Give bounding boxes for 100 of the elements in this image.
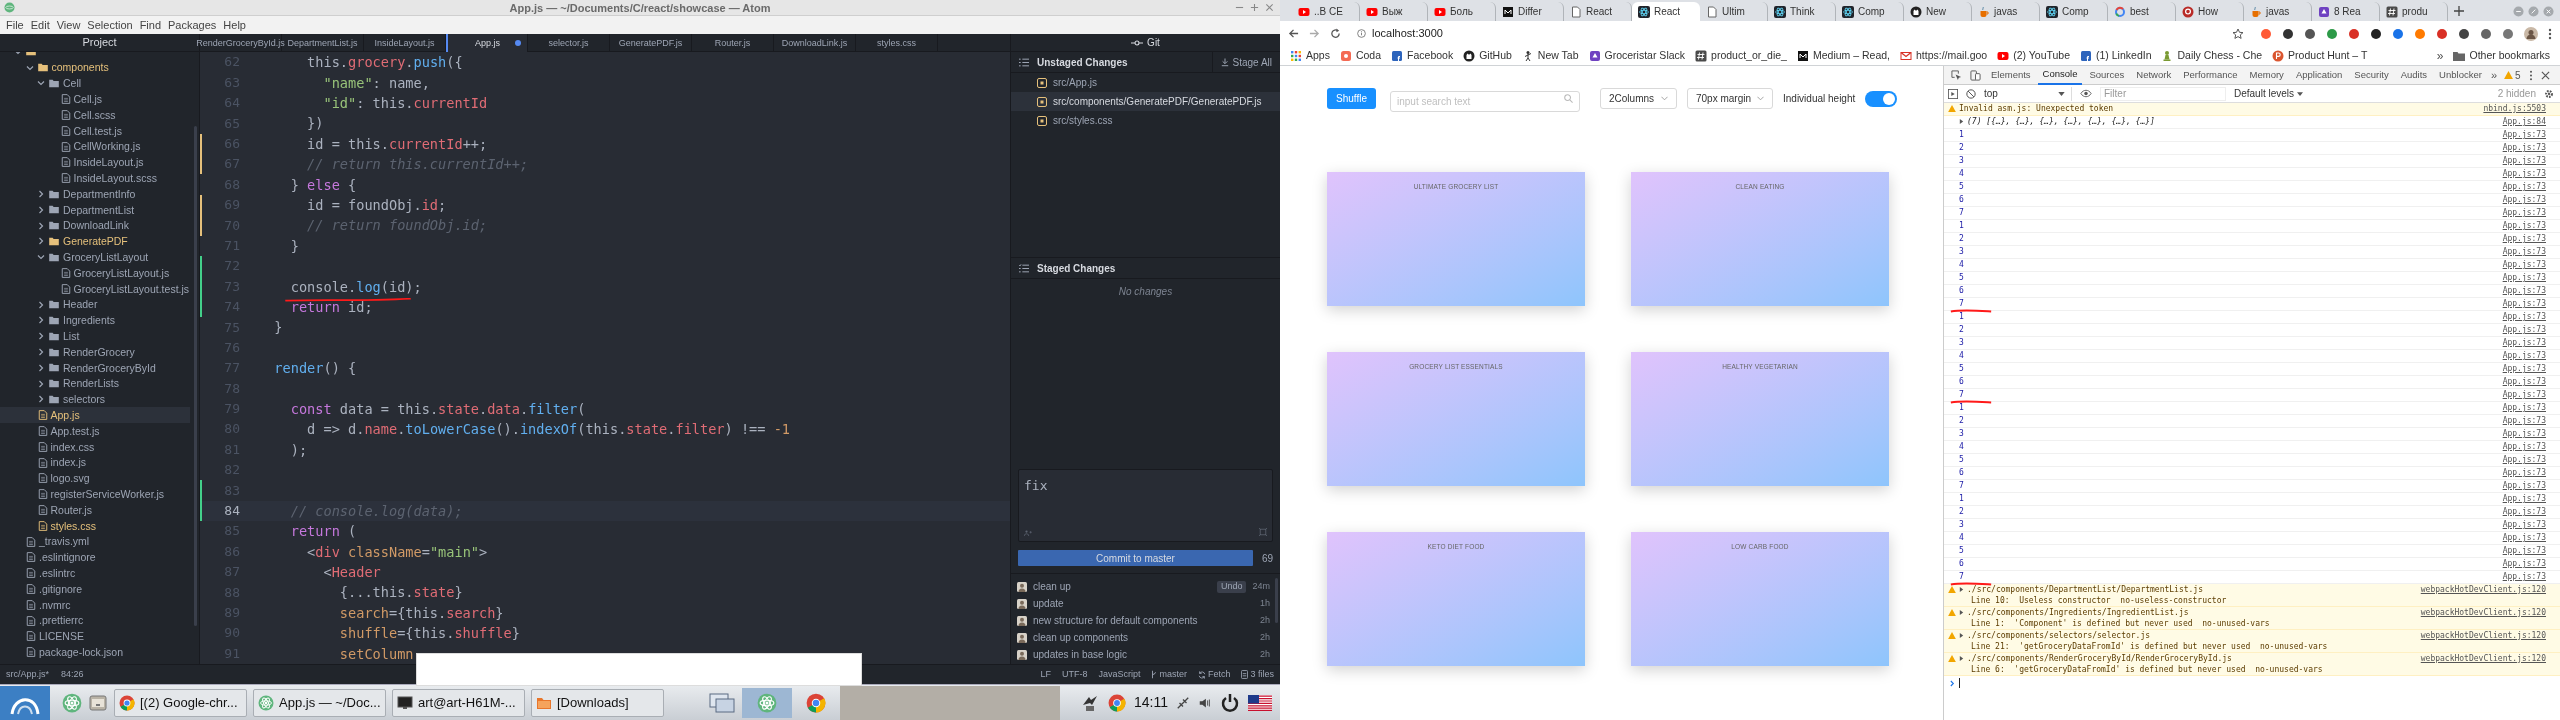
bookmark-folder[interactable]: Other bookmarks — [2453, 47, 2550, 64]
taskbar-button[interactable]: art@art-H61M-... — [392, 688, 525, 717]
devtools-tab[interactable]: Unblocker — [2434, 65, 2487, 85]
tree-row[interactable]: index.js — [0, 454, 190, 471]
undo-button[interactable]: Undo — [1216, 580, 1247, 593]
menu-item[interactable]: Help — [220, 19, 249, 31]
tree-row[interactable]: selectors — [0, 391, 190, 408]
tree-row[interactable]: Cell.js — [0, 91, 190, 108]
source-link[interactable]: App.js:73 — [2502, 207, 2546, 219]
menu-item[interactable]: Packages — [165, 19, 220, 31]
context-selector[interactable]: top — [1984, 86, 2072, 101]
tree-row[interactable]: styles.css — [0, 517, 190, 534]
branch-selector[interactable]: master — [1151, 667, 1187, 682]
changed-file-item[interactable]: src/components/GeneratePDF/GeneratePDF.js — [1011, 92, 1280, 111]
source-link[interactable]: App.js:73 — [2502, 311, 2546, 323]
source-link[interactable]: webpackHotDevClient.js:120 — [2420, 584, 2546, 596]
source-link[interactable]: App.js:73 — [2502, 285, 2546, 297]
tree-row[interactable]: .prettierrc — [0, 612, 190, 629]
tree-row[interactable]: CellWorking.js — [0, 138, 190, 155]
bookmark[interactable]: GitHub — [1463, 47, 1512, 64]
tree-row[interactable]: App.js — [0, 407, 190, 424]
encoding[interactable]: UTF-8 — [1061, 667, 1088, 682]
taskbar-button[interactable]: [Downloads] — [531, 688, 664, 717]
tree-row[interactable]: App.test.js — [0, 423, 190, 439]
grammar[interactable]: JavaScript — [1098, 667, 1141, 682]
cursor-position[interactable]: 84:26 — [61, 667, 84, 682]
devtools-tab[interactable]: Application — [2290, 65, 2348, 85]
stage-all-button[interactable]: Stage All — [1211, 51, 1272, 73]
tree-row[interactable]: index.css — [0, 438, 190, 455]
tree-row[interactable]: GroceryListLayout.js — [0, 265, 190, 281]
panel-tab[interactable]: Git — [1011, 34, 1280, 52]
source-link[interactable]: App.js:73 — [2502, 246, 2546, 258]
tree-row[interactable]: GeneratePDF — [0, 233, 190, 250]
source-link[interactable]: App.js:73 — [2502, 532, 2546, 544]
tree-row[interactable]: Header — [0, 296, 190, 313]
tree-row[interactable]: RenderLists — [0, 375, 190, 392]
file-path[interactable]: src/App.js* — [6, 667, 49, 682]
source-link[interactable]: App.js:73 — [2502, 220, 2546, 232]
menu-item[interactable]: Selection — [84, 19, 136, 31]
source-link[interactable]: App.js:73 — [2502, 493, 2546, 505]
tree-row[interactable]: InsideLayout.js — [0, 154, 190, 171]
bookmark[interactable]: Medium – Read, — [1796, 47, 1890, 64]
bookmark[interactable]: Apps — [1290, 47, 1330, 64]
source-link[interactable]: App.js:73 — [2502, 415, 2546, 427]
tree-row[interactable]: LICENSE — [0, 628, 190, 645]
source-link[interactable]: App.js:73 — [2502, 480, 2546, 492]
source-link[interactable]: App.js:73 — [2502, 389, 2546, 401]
commit-item[interactable]: new structure for default components 2h — [1011, 612, 1280, 629]
source-link[interactable]: App.js:73 — [2502, 155, 2546, 167]
fetch-button[interactable]: Fetch — [1197, 667, 1231, 682]
source-link[interactable]: App.js:73 — [2502, 129, 2546, 141]
tree-row[interactable]: Ingredients — [0, 312, 190, 329]
line-ending[interactable]: LF — [1040, 667, 1051, 682]
commit-item[interactable]: clean up Undo 24m — [1011, 578, 1280, 595]
tree-row[interactable]: RenderGroceryById — [0, 359, 190, 376]
source-link[interactable]: App.js:73 — [2502, 233, 2546, 245]
tree-row[interactable]: DepartmentList — [0, 201, 190, 218]
clock[interactable]: 14:11 — [1134, 692, 1168, 713]
source-link[interactable]: App.js:73 — [2502, 324, 2546, 336]
bookmark[interactable]: (2) YouTube — [1997, 47, 2071, 64]
bookmark[interactable]: https://mail.goo — [1900, 47, 1988, 64]
devtools-tab[interactable]: Audits — [2395, 65, 2433, 85]
editor-tab[interactable]: selector.js — [528, 34, 610, 52]
source-link[interactable]: App.js:73 — [2502, 181, 2546, 193]
source-link[interactable]: App.js:73 — [2502, 142, 2546, 154]
changed-file-item[interactable]: src/App.js — [1011, 73, 1280, 92]
tree-row[interactable]: RenderGrocery — [0, 344, 190, 360]
source-link[interactable]: App.js:73 — [2502, 402, 2546, 414]
source-link[interactable]: App.js:73 — [2502, 558, 2546, 570]
taskbar-button[interactable]: App.js — ~/Doc... — [253, 688, 386, 717]
bookmark[interactable]: Facebook — [1391, 47, 1454, 64]
bookmark[interactable]: New Tab — [1521, 47, 1579, 64]
tree-row[interactable]: InsideLayout.scss — [0, 170, 190, 187]
menu-item[interactable]: Edit — [27, 19, 53, 31]
bookmark[interactable]: (1) LinkedIn — [2080, 47, 2152, 64]
changed-file-item[interactable]: src/styles.css — [1011, 111, 1280, 130]
taskbar-button[interactable]: [(2) Google-chr... — [114, 688, 247, 717]
devtools-tab[interactable]: Performance — [2178, 65, 2243, 85]
source-link[interactable]: App.js:73 — [2502, 519, 2546, 531]
devtools-tab[interactable]: Network — [2131, 65, 2177, 85]
warning-counter[interactable]: 5 — [2504, 67, 2521, 83]
menu-item[interactable]: File — [3, 19, 27, 31]
tree-row[interactable]: .gitignore — [0, 581, 190, 597]
more-bookmarks-button[interactable]: » — [2436, 46, 2444, 65]
tree-row[interactable]: .eslintrc — [0, 565, 190, 582]
tree-row[interactable]: registerServiceWorker.js — [0, 486, 190, 503]
devtools-tab[interactable]: Memory — [2244, 65, 2289, 85]
source-link[interactable]: App.js:84 — [2502, 116, 2546, 128]
bookmark[interactable]: Groceristar Slack — [1588, 47, 1686, 64]
commit-item[interactable]: updates in base logic 2h — [1011, 646, 1280, 663]
bookmark[interactable]: Daily Chess - Che — [2161, 47, 2263, 64]
tree-row[interactable]: logo.svg — [0, 470, 190, 487]
filter-field[interactable]: Filter — [2100, 86, 2226, 101]
tree-row[interactable]: GroceryListLayout — [0, 249, 190, 266]
source-link[interactable]: nbind.js:5503 — [2483, 103, 2546, 115]
source-link[interactable]: App.js:73 — [2502, 272, 2546, 284]
source-link[interactable]: App.js:73 — [2502, 454, 2546, 466]
tree-row[interactable]: Cell — [0, 75, 190, 92]
tree-row[interactable]: package-lock.json — [0, 644, 190, 661]
tree-row[interactable]: .eslintignore — [0, 549, 190, 566]
